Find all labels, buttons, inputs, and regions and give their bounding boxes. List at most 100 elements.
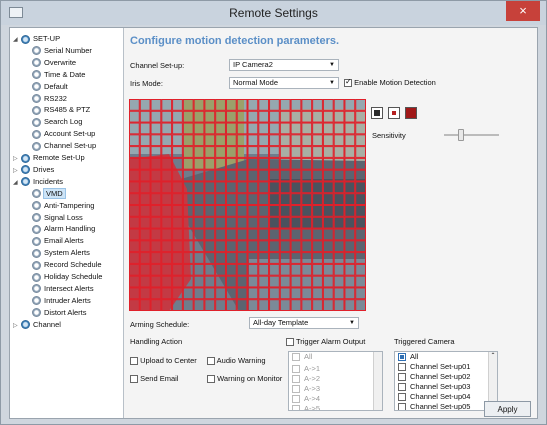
tree-item-label: Incidents <box>33 176 64 186</box>
alarm-output-item[interactable]: A->4 <box>289 394 382 404</box>
tree-item[interactable]: Alarm Handling <box>32 223 95 234</box>
camera-checkbox[interactable] <box>398 353 406 362</box>
tree-item[interactable]: ▷ Remote Set-Up <box>13 152 85 163</box>
camera-checkbox[interactable] <box>398 403 406 410</box>
alarm-output-checkbox[interactable] <box>292 353 300 362</box>
send-email-label: Send Email <box>140 374 179 383</box>
tree-item[interactable]: Anti-Tampering <box>32 200 94 211</box>
tree-item[interactable]: Intersect Alerts <box>32 283 94 294</box>
tree-item[interactable]: ▷ Channel <box>13 319 61 330</box>
camera-item[interactable]: All <box>395 352 497 362</box>
camera-label: Channel Set-up01 <box>410 362 471 371</box>
send-email-checkbox[interactable] <box>130 375 138 384</box>
folder-icon <box>21 34 30 44</box>
camera-item[interactable]: Channel Set-up01 <box>395 362 497 372</box>
camera-checkbox[interactable] <box>398 363 406 372</box>
sensitivity-label: Sensitivity <box>372 131 406 140</box>
camera-item[interactable]: Channel Set-up03 <box>395 382 497 392</box>
tree-item[interactable]: Overwrite <box>32 57 76 68</box>
tree-item-label: Holiday Schedule <box>44 272 103 281</box>
sensitivity-track[interactable] <box>444 134 499 136</box>
tree-item[interactable]: ◢ Incidents <box>13 176 63 187</box>
tree-item[interactable]: System Alerts <box>32 247 90 258</box>
tree-item-label: Distort Alerts <box>44 307 87 317</box>
alarm-output-checkbox[interactable] <box>292 375 300 384</box>
tree-item-label: Account Set-up <box>44 129 96 139</box>
sensitivity-slider[interactable] <box>457 129 464 141</box>
camera-checkbox[interactable] <box>398 393 406 402</box>
tree-item-label: Serial Number <box>44 45 92 55</box>
alarm-output-checkbox[interactable] <box>292 405 300 410</box>
alarm-output-item[interactable]: A->3 <box>289 384 382 394</box>
settings-tree[interactable]: ◢ SET-UP Serial Number Overwrite Time & Date… <box>10 28 124 418</box>
tree-item[interactable]: Signal Loss <box>32 212 83 223</box>
tree-item[interactable]: Time & Date <box>32 69 85 80</box>
enable-motion-label: Enable Motion Detection <box>354 78 436 87</box>
gear-icon <box>32 260 41 270</box>
gear-icon <box>32 58 41 68</box>
apply-button[interactable]: Apply <box>484 401 531 417</box>
alarm-output-item[interactable]: A->2 <box>289 374 382 384</box>
audio-warning-checkbox[interactable] <box>207 357 215 366</box>
camera-checkbox[interactable] <box>398 373 406 382</box>
trigger-alarm-checkbox[interactable] <box>286 338 294 347</box>
tree-item[interactable]: Email Alerts <box>32 235 84 246</box>
channel-select[interactable]: IP Camera2 ▼ <box>229 59 339 71</box>
tree-item[interactable]: ◢ SET-UP <box>13 33 60 44</box>
alarm-output-item[interactable]: All <box>289 352 382 362</box>
arming-schedule-label: Arming Schedule: <box>130 320 190 329</box>
select-all-tool-icon[interactable] <box>388 107 400 119</box>
enable-motion-checkbox[interactable] <box>344 77 352 88</box>
triggered-camera-list[interactable]: ⌃ All Channel Set-up01 Channel Set-up02 Cha… <box>394 351 498 411</box>
close-button[interactable]: × <box>506 1 540 21</box>
tree-item[interactable]: Channel Set-up <box>32 140 96 151</box>
clear-area-tool-icon[interactable] <box>405 107 417 119</box>
tree-item[interactable]: Record Schedule <box>32 259 102 270</box>
draw-area-tool-icon[interactable] <box>371 107 383 119</box>
tree-item[interactable]: VMD <box>32 187 66 199</box>
tree-item[interactable]: Search Log <box>32 116 82 127</box>
tree-item[interactable]: Distort Alerts <box>32 307 87 318</box>
expander-icon[interactable]: ◢ <box>13 35 21 46</box>
alarm-output-item[interactable]: A->1 <box>289 364 382 374</box>
tree-item-label: Email Alerts <box>44 236 84 246</box>
remote-settings-window: Remote Settings × ◢ SET-UP Serial Number Ov… <box>0 0 547 425</box>
enable-motion-row: Enable Motion Detection <box>344 77 436 88</box>
iris-mode-select[interactable]: Normal Mode ▼ <box>229 77 339 89</box>
tree-item[interactable]: Holiday Schedule <box>32 271 102 282</box>
tree-item[interactable]: Account Set-up <box>32 128 95 139</box>
chevron-down-icon: ▼ <box>349 320 355 326</box>
trigger-alarm-row: Trigger Alarm Output <box>286 337 365 347</box>
title-bar[interactable]: Remote Settings × <box>1 1 546 25</box>
scroll-up-icon[interactable]: ⌃ <box>489 352 497 359</box>
alarm-output-checkbox[interactable] <box>292 385 300 394</box>
alarm-output-checkbox[interactable] <box>292 395 300 404</box>
warning-monitor-checkbox[interactable] <box>207 375 215 384</box>
camera-item[interactable]: Channel Set-up02 <box>395 372 497 382</box>
gear-icon <box>32 248 41 258</box>
expander-icon[interactable]: ◢ <box>13 178 21 189</box>
camera-checkbox[interactable] <box>398 383 406 392</box>
arming-schedule-select[interactable]: All-day Template ▼ <box>249 317 359 329</box>
alarm-output-item[interactable]: A->5 <box>289 404 382 410</box>
camera-item[interactable]: Channel Set-up04 <box>395 392 497 402</box>
arming-schedule-value: All-day Template <box>253 318 309 327</box>
tree-item[interactable]: RS232 <box>32 93 67 104</box>
motion-detection-preview[interactable] <box>129 99 366 311</box>
alarm-output-list[interactable]: All A->1 A->2 A->3 A->4 A->5 <box>288 351 383 411</box>
camera-label: Channel Set-up05 <box>410 402 471 411</box>
tree-item[interactable]: RS485 & PTZ <box>32 104 90 115</box>
alarm-list-scrollbar[interactable] <box>373 352 382 410</box>
expander-icon[interactable]: ▷ <box>13 321 21 332</box>
upload-center-checkbox[interactable] <box>130 357 138 366</box>
tree-item-label: Search Log <box>44 117 83 127</box>
tree-item[interactable]: Intruder Alerts <box>32 295 91 306</box>
iris-mode-value: Normal Mode <box>233 78 279 87</box>
channel-select-value: IP Camera2 <box>233 60 273 69</box>
tree-item[interactable]: ▷ Drives <box>13 164 54 175</box>
tree-item-label: System Alerts <box>44 248 90 258</box>
tree-item[interactable]: Default <box>32 81 68 92</box>
tree-item[interactable]: Serial Number <box>32 45 92 56</box>
camera-item[interactable]: Channel Set-up05 <box>395 402 497 411</box>
alarm-output-checkbox[interactable] <box>292 365 300 374</box>
